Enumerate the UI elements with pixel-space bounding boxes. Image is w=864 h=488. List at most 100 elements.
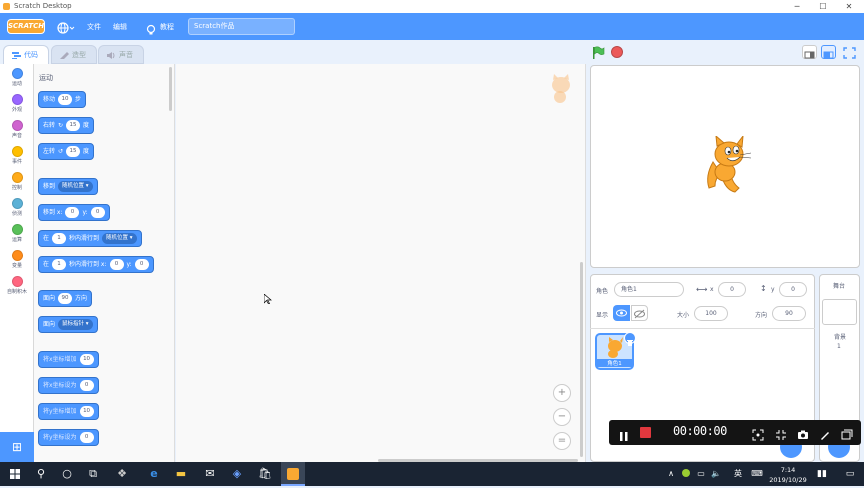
tray-chevron[interactable]: ∧ bbox=[664, 462, 678, 486]
fullscreen-button[interactable] bbox=[842, 45, 857, 59]
maximize-button[interactable]: ☐ bbox=[812, 0, 834, 13]
zoom-out-button[interactable]: − bbox=[553, 408, 571, 426]
region-button[interactable] bbox=[752, 426, 764, 441]
menu-tutorials[interactable]: 教程 bbox=[160, 22, 174, 32]
category-motion[interactable]: 运动 bbox=[0, 68, 34, 87]
show-visible-button[interactable] bbox=[613, 305, 630, 321]
cat-sprite[interactable] bbox=[695, 136, 755, 198]
scratch-logo[interactable]: SCRATCH bbox=[7, 19, 45, 34]
minimize-recorder-button[interactable] bbox=[841, 426, 853, 440]
block-set-y[interactable]: 将y坐标设为 0 bbox=[38, 429, 99, 446]
menu-file[interactable]: 文件 bbox=[87, 22, 101, 32]
block-go-to-xy[interactable]: 移到 x: 0 y: 0 bbox=[38, 204, 110, 221]
taskbar-app-2[interactable]: ◈ bbox=[225, 462, 249, 486]
block-change-y[interactable]: 将y坐标增加 10 bbox=[38, 403, 99, 420]
zoom-in-button[interactable]: + bbox=[553, 384, 571, 402]
block-input[interactable]: 10 bbox=[58, 94, 73, 105]
category-control[interactable]: 控制 bbox=[0, 172, 34, 191]
clock[interactable]: 7:14 2019/10/29 bbox=[766, 463, 810, 485]
sprite-name-input[interactable]: 角色1 bbox=[614, 282, 684, 297]
block-glide-to[interactable]: 在 1 秒内滑行到 随机位置 ▾ bbox=[38, 230, 142, 247]
pause-button[interactable] bbox=[619, 427, 629, 441]
ime-indicator[interactable]: 英 bbox=[730, 462, 746, 486]
size-input[interactable]: 100 bbox=[694, 306, 728, 321]
block-change-x[interactable]: 将x坐标增加 10 bbox=[38, 351, 99, 368]
category-events[interactable]: 事件 bbox=[0, 146, 34, 165]
large-stage-button[interactable] bbox=[821, 45, 836, 59]
close-button[interactable]: ✕ bbox=[838, 0, 860, 13]
block-input[interactable]: 1 bbox=[52, 233, 67, 244]
category-variables[interactable]: 变量 bbox=[0, 250, 34, 269]
block-input[interactable]: 0 bbox=[65, 207, 80, 218]
search-button[interactable]: ⚲ bbox=[29, 462, 53, 486]
tab-sounds[interactable]: 声音 bbox=[98, 45, 144, 64]
stop-record-button[interactable] bbox=[640, 427, 651, 438]
zoom-reset-button[interactable]: = bbox=[553, 432, 571, 450]
block-go-to[interactable]: 移到 随机位置 ▾ bbox=[38, 178, 98, 195]
screenshot-button[interactable] bbox=[797, 426, 809, 439]
show-hidden-button[interactable] bbox=[631, 305, 648, 321]
category-operators[interactable]: 运算 bbox=[0, 224, 34, 243]
tray-network[interactable]: ▭ bbox=[694, 462, 708, 486]
small-stage-button[interactable] bbox=[802, 45, 817, 59]
taskbar-scratch[interactable] bbox=[281, 462, 305, 486]
stage-thumbnail[interactable] bbox=[822, 299, 857, 325]
cortana-button[interactable]: ○ bbox=[55, 462, 79, 486]
project-title-input[interactable]: Scratch作品 bbox=[188, 18, 295, 35]
stage-canvas[interactable] bbox=[590, 65, 860, 268]
block-input[interactable]: 15 bbox=[66, 120, 81, 131]
tray-keyboard[interactable]: ⌨ bbox=[750, 462, 764, 486]
block-input[interactable]: 1 bbox=[52, 259, 67, 270]
palette-scrollbar[interactable] bbox=[169, 67, 172, 111]
category-looks[interactable]: 外观 bbox=[0, 94, 34, 113]
shrink-button[interactable] bbox=[775, 426, 787, 440]
block-turn-left[interactable]: 左转 ↺ 15 度 bbox=[38, 143, 95, 160]
taskbar-explorer[interactable]: ▬ bbox=[169, 462, 193, 486]
block-set-x[interactable]: 将x坐标设为 0 bbox=[38, 377, 99, 394]
block-dropdown[interactable]: 鼠标指针 ▾ bbox=[58, 319, 93, 330]
tab-code[interactable]: 代码 bbox=[3, 45, 49, 64]
pen-button[interactable] bbox=[819, 426, 831, 440]
language-menu[interactable] bbox=[57, 20, 75, 34]
delete-sprite-button[interactable] bbox=[624, 332, 636, 346]
block-move-steps[interactable]: 移动 10 步 bbox=[38, 91, 87, 108]
task-view-button[interactable]: ⧉ bbox=[81, 462, 105, 486]
start-button[interactable] bbox=[3, 462, 27, 486]
green-flag-button[interactable] bbox=[592, 45, 605, 59]
taskbar-mail[interactable]: ✉ bbox=[198, 462, 222, 486]
add-extension-button[interactable]: ⊞ bbox=[0, 432, 34, 462]
block-input[interactable]: 10 bbox=[79, 406, 94, 417]
block-input[interactable]: 0 bbox=[79, 432, 94, 443]
y-input[interactable]: 0 bbox=[779, 282, 807, 297]
block-dropdown[interactable]: 随机位置 ▾ bbox=[102, 233, 137, 244]
taskbar-edge[interactable]: e bbox=[142, 462, 166, 486]
action-center[interactable]: ▭ bbox=[840, 462, 860, 486]
tab-costumes[interactable]: 造型 bbox=[51, 45, 97, 64]
direction-input[interactable]: 90 bbox=[772, 306, 806, 321]
menu-edit[interactable]: 编辑 bbox=[113, 22, 127, 32]
block-input[interactable]: 10 bbox=[79, 354, 94, 365]
category-my-blocks[interactable]: 自制积木 bbox=[0, 276, 34, 295]
category-sensing[interactable]: 侦测 bbox=[0, 198, 34, 217]
taskbar-app-1[interactable]: ❖ bbox=[110, 462, 134, 486]
block-turn-right[interactable]: 右转 ↻ 15 度 bbox=[38, 117, 95, 134]
tray-volume[interactable]: 🔈 bbox=[709, 462, 723, 486]
stop-button[interactable] bbox=[611, 46, 623, 58]
block-glide-to-xy[interactable]: 在 1 秒内滑行到 x: 0 y: 0 bbox=[38, 256, 154, 273]
x-input[interactable]: 0 bbox=[718, 282, 746, 297]
tray-app[interactable] bbox=[679, 462, 693, 486]
block-input[interactable]: 15 bbox=[66, 146, 81, 157]
block-dropdown[interactable]: 随机位置 ▾ bbox=[58, 181, 93, 192]
tray-app-2[interactable]: ▮▮ bbox=[814, 462, 830, 486]
block-input[interactable]: 90 bbox=[58, 293, 73, 304]
minimize-button[interactable]: ─ bbox=[786, 0, 808, 13]
block-input[interactable]: 0 bbox=[109, 259, 124, 270]
script-workspace[interactable] bbox=[176, 64, 586, 462]
block-input[interactable]: 0 bbox=[79, 380, 94, 391]
taskbar-store[interactable]: 🛍 bbox=[253, 462, 277, 486]
category-sound[interactable]: 声音 bbox=[0, 120, 34, 139]
workspace-vscrollbar[interactable] bbox=[580, 262, 583, 457]
block-point-direction[interactable]: 面向 90 方向 bbox=[38, 290, 93, 307]
block-point-towards[interactable]: 面向 鼠标指针 ▾ bbox=[38, 316, 98, 333]
block-input[interactable]: 0 bbox=[134, 259, 149, 270]
